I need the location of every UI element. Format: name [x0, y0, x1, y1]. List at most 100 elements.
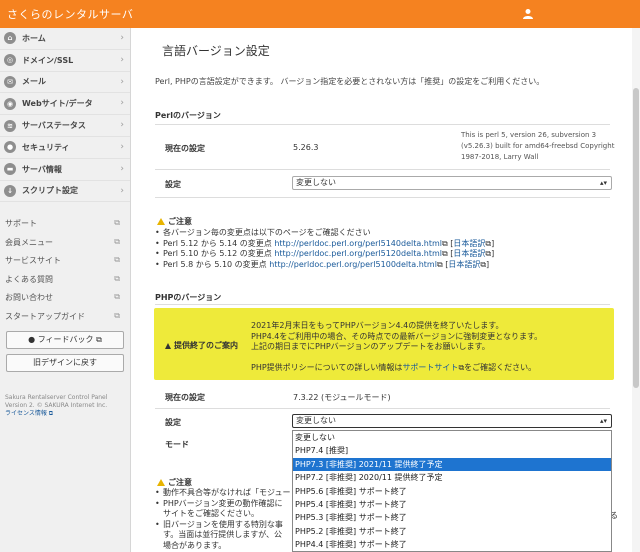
- scrollbar[interactable]: [632, 28, 640, 552]
- sidebar-item-3[interactable]: ◉ Webサイト/データ ›: [0, 93, 130, 116]
- dropdown-option[interactable]: PHP7.3 [非推奨] 2021/11 提供終了予定: [293, 457, 611, 472]
- server-icon: ▬: [4, 163, 16, 176]
- external-link-icon: ⧉: [485, 238, 492, 248]
- php-notice-title: ご注意: [157, 477, 192, 488]
- japanese-translation-link[interactable]: 日本語訳: [453, 239, 485, 248]
- download-icon: ↓: [4, 184, 16, 197]
- perldoc-link[interactable]: http://perldoc.perl.org/perl5120delta.ht…: [274, 249, 442, 258]
- japanese-translation-link[interactable]: 日本語訳: [453, 249, 485, 258]
- dropdown-option[interactable]: PHP5.6 [非推奨] サポート終了: [293, 485, 611, 498]
- perl-setting-label: 設定: [165, 180, 181, 189]
- sidebar-item-label: スクリプト設定: [22, 186, 78, 196]
- user-icon[interactable]: [522, 8, 534, 20]
- lock-icon: ●: [4, 141, 16, 154]
- sidebar-item-2[interactable]: ✉ メール ›: [0, 72, 130, 94]
- divider: [155, 197, 610, 198]
- perl-current-value: 5.26.3: [293, 143, 319, 152]
- chevron-right-icon: ›: [120, 163, 124, 174]
- external-link-icon: ⧉: [436, 259, 443, 269]
- external-link-icon: ⧉: [442, 249, 448, 258]
- list-item: Perl 5.10 から 5.12 の変更点 http://perldoc.pe…: [155, 249, 615, 260]
- sidebar-link-1[interactable]: 会員メニュー ⧉: [0, 233, 130, 252]
- warning-icon: [165, 343, 171, 349]
- sidebar-item-5[interactable]: ● セキュリティ ›: [0, 137, 130, 159]
- mail-icon: ✉: [4, 75, 16, 88]
- web-icon: ◉: [4, 97, 16, 110]
- sidebar-item-label: セキュリティ: [22, 142, 70, 152]
- divider: [155, 408, 610, 409]
- external-link-icon: ⧉: [114, 236, 120, 246]
- php-current-value: 7.3.22 (モジュールモード): [293, 393, 391, 402]
- php-version-dropdown[interactable]: 変更しない PHP7.4 [推奨] PHP7.3 [非推奨] 2021/11 提供終…: [292, 430, 612, 552]
- sidebar-item-label: Webサイト/データ: [22, 99, 93, 109]
- chevron-right-icon: ›: [120, 33, 124, 43]
- perl-notice-list: 各バージョン毎の変更点は以下のページをご確認ください Perl 5.12 から …: [155, 228, 615, 270]
- eol-notice-box: 提供終了のご案内 2021年2月末日をもってPHPバージョン4.4の提供を終了い…: [154, 308, 614, 380]
- dropdown-option[interactable]: PHP5.3 [非推奨] サポート終了: [293, 511, 611, 524]
- license-link[interactable]: ライセンス情報 ⧉: [5, 410, 107, 418]
- external-link-icon: ⧉: [442, 238, 448, 248]
- sidebar-item-1[interactable]: ◎ ドメイン/SSL ›: [0, 50, 130, 72]
- home-icon: ⌂: [4, 32, 16, 45]
- dropdown-option[interactable]: PHP5.4 [非推奨] サポート終了: [293, 498, 611, 511]
- eol-text: 2021年2月末日をもってPHPバージョン4.4の提供を終了いたします。 PHP…: [251, 321, 543, 372]
- select-arrows-icon: ▴▾: [599, 417, 607, 425]
- php-current-label: 現在の設定: [165, 393, 205, 402]
- external-link-icon: ⧉: [114, 218, 120, 228]
- warning-icon: [157, 218, 165, 225]
- japanese-translation-link[interactable]: 日本語訳: [448, 260, 480, 269]
- dropdown-option[interactable]: PHP5.2 [非推奨] サポート終了: [293, 525, 611, 538]
- php-setting-label: 設定: [165, 418, 181, 427]
- sidebar-item-label: ドメイン/SSL: [22, 55, 74, 65]
- external-link-icon: ⧉: [114, 255, 120, 265]
- external-link-icon: ⧉: [114, 273, 120, 283]
- perldoc-link[interactable]: http://perldoc.perl.org/perl5100delta.ht…: [269, 260, 437, 269]
- sidebar-link-5[interactable]: スタートアップガイド ⧉: [0, 307, 130, 326]
- list-item: Perl 5.12 から 5.14 の変更点 http://perldoc.pe…: [155, 239, 615, 250]
- divider: [155, 124, 610, 125]
- chevron-right-icon: ›: [120, 54, 124, 65]
- sidebar-link-4[interactable]: お問い合わせ ⧉: [0, 288, 130, 307]
- perldoc-link[interactable]: http://perldoc.perl.org/perl5140delta.ht…: [274, 239, 442, 248]
- sidebar-link-3[interactable]: よくある質問 ⧉: [0, 270, 130, 289]
- scrollbar-thumb[interactable]: [633, 88, 639, 388]
- php-version-select[interactable]: 変更しない ▴▾: [292, 414, 612, 428]
- sidebar-item-label: サーバステータス: [22, 121, 86, 131]
- sidebar-item-label: メール: [22, 77, 46, 87]
- sidebar-item-7[interactable]: ↓ スクリプト設定 ›: [0, 181, 130, 203]
- php-mode-label: モード: [165, 440, 189, 449]
- php-heading: PHPのバージョン: [155, 293, 222, 302]
- dropdown-option[interactable]: PHP7.2 [非推奨] 2020/11 提供終了予定: [293, 471, 611, 484]
- external-link-icon: ⧉: [46, 410, 54, 417]
- external-link-icon: ⧉: [114, 292, 120, 302]
- sidebar-item-4[interactable]: ≋ サーバステータス ›: [0, 115, 130, 137]
- feedback-button[interactable]: ● フィードバック ⧉: [6, 331, 124, 350]
- external-link-icon: ⧉: [480, 259, 487, 269]
- sidebar-item-0[interactable]: ⌂ ホーム ›: [0, 28, 130, 50]
- perl-version-select[interactable]: 変更しない ▴▾: [292, 176, 612, 190]
- sidebar-item-6[interactable]: ▬ サーバ情報 ›: [0, 159, 130, 181]
- old-design-button[interactable]: 旧デザインに戻す: [6, 354, 124, 373]
- main-content: 言語バージョン設定 Perl, PHPの言語設定ができます。 バージョン指定を必…: [132, 28, 640, 552]
- dropdown-option[interactable]: 変更しない: [293, 431, 611, 444]
- chat-icon: ●: [28, 335, 38, 345]
- dropdown-option[interactable]: PHP4.4 [非推奨] サポート終了: [293, 538, 611, 551]
- perl-version-note: This is perl 5, version 26, subversion 3…: [461, 131, 615, 161]
- perl-current-label: 現在の設定: [165, 144, 205, 153]
- status-icon: ≋: [4, 119, 16, 132]
- chevron-right-icon: ›: [120, 185, 124, 196]
- select-arrows-icon: ▴▾: [599, 179, 607, 187]
- eol-label: 提供終了のご案内: [165, 340, 238, 351]
- divider: [155, 304, 610, 305]
- sidebar-nav: ⌂ ホーム › ◎ ドメイン/SSL › ✉ メール › ◉ Webサイト/データ › ≋ サーバステータ…: [0, 28, 130, 203]
- brand-title: さくらのレンタルサーバ: [7, 8, 134, 21]
- sidebar-link-2[interactable]: サービスサイト ⧉: [0, 251, 130, 270]
- list-item: Perl 5.8 から 5.10 の変更点 http://perldoc.per…: [155, 260, 615, 271]
- chevron-right-icon: ›: [120, 76, 124, 87]
- sidebar: ⌂ ホーム › ◎ ドメイン/SSL › ✉ メール › ◉ Webサイト/データ › ≋ サーバステータ…: [0, 28, 131, 552]
- top-header: さくらのレンタルサーバ: [0, 0, 640, 28]
- dropdown-option[interactable]: PHP7.4 [推奨]: [293, 444, 611, 457]
- support-site-link[interactable]: サポートサイト: [402, 363, 458, 372]
- sidebar-link-0[interactable]: サポート ⧉: [0, 214, 130, 233]
- sidebar-footer: Sakura Rentalserver Control Panel Versio…: [5, 394, 108, 418]
